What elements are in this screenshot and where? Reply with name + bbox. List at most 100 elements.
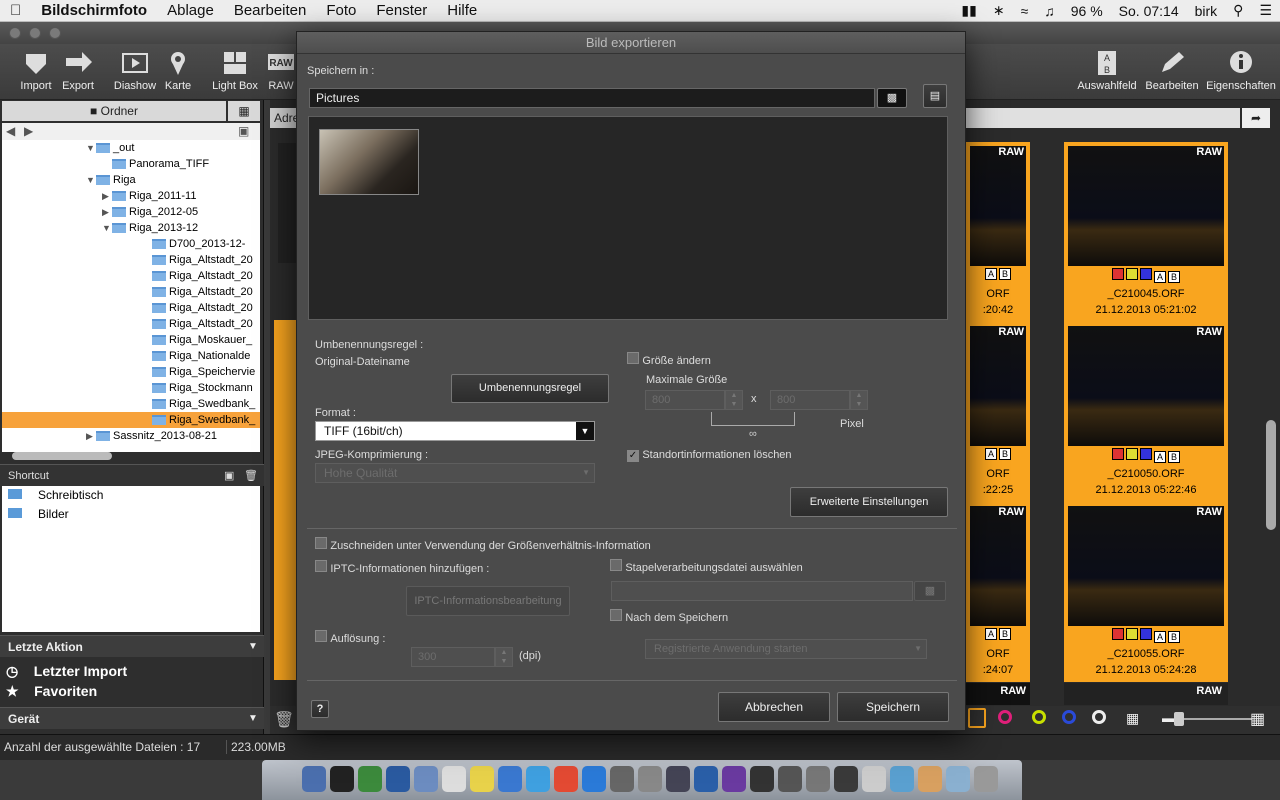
wifi-icon[interactable]: ≈: [1013, 3, 1037, 19]
forward-icon[interactable]: ▶: [24, 124, 33, 138]
shortcut-item[interactable]: Schreibtisch: [2, 486, 260, 505]
after-save-checkbox[interactable]: [610, 609, 622, 621]
disclosure-open-icon[interactable]: ▼: [86, 172, 96, 188]
dock-app-icon[interactable]: [638, 766, 662, 792]
menu-hilfe[interactable]: Hilfe: [437, 0, 487, 22]
link-icon[interactable]: ∞: [749, 428, 757, 440]
menu-fenster[interactable]: Fenster: [366, 0, 437, 22]
tree-item[interactable]: ▶ Riga_2012-05: [2, 204, 260, 220]
dock-app-icon[interactable]: [834, 766, 858, 792]
disclosure-closed-icon[interactable]: ▶: [102, 188, 112, 204]
tree-item[interactable]: Riga_Altstadt_20: [2, 300, 260, 316]
dock-app-icon[interactable]: [582, 766, 606, 792]
crop-checkbox[interactable]: [315, 537, 327, 549]
selection-panel-button[interactable]: AB Auswahlfeld: [1074, 50, 1140, 92]
thumbnail-partial[interactable]: [274, 320, 296, 500]
slider-thumb[interactable]: [1174, 712, 1184, 726]
dock-app-icon[interactable]: [694, 766, 718, 792]
disclosure-open-icon[interactable]: ▼: [86, 140, 96, 156]
tree-item[interactable]: Riga_Moskauer_: [2, 332, 260, 348]
tree-item[interactable]: Riga_Swedbank_: [2, 396, 260, 412]
trash-icon[interactable]: 🗑: [244, 469, 258, 482]
save-button[interactable]: Speichern: [837, 692, 949, 722]
grid-scrollbar[interactable]: [1266, 420, 1276, 530]
dock-app-icon[interactable]: [442, 766, 466, 792]
last-import-item[interactable]: ◷ Letzter Import: [6, 663, 127, 680]
disclosure-closed-icon[interactable]: ▶: [102, 204, 112, 220]
battery-icon[interactable]: ▮▮: [953, 2, 984, 19]
menu-ablage[interactable]: Ablage: [157, 0, 224, 22]
grid-view-icon[interactable]: ▦: [228, 101, 260, 121]
tree-item[interactable]: ▼ Riga_2013-12: [2, 220, 260, 236]
thumbnail[interactable]: RAW A B ORF:24:07: [966, 502, 1030, 682]
dock-app-icon[interactable]: [302, 766, 326, 792]
apple-icon[interactable]: : [0, 0, 31, 22]
dock-app-icon[interactable]: [946, 766, 970, 792]
tree-item[interactable]: ▶ Riga_2011-11: [2, 188, 260, 204]
dock-app-icon[interactable]: [806, 766, 830, 792]
thumbnail[interactable]: RAW A B _C210045.ORF 21.12.2013 05:21:02: [1064, 142, 1228, 322]
folder-tab[interactable]: ■ Ordner: [2, 101, 226, 121]
tree-item[interactable]: Riga_Stockmann: [2, 380, 260, 396]
rename-rule-button[interactable]: Umbenennungsregel: [451, 374, 609, 403]
zoom-yellow-icon[interactable]: [1032, 710, 1046, 724]
dock-app-icon[interactable]: [890, 766, 914, 792]
thumbnail[interactable]: RAW A B ORF:22:25: [966, 322, 1030, 502]
after-save-row[interactable]: Nach dem Speichern: [610, 609, 728, 624]
disclosure-open-icon[interactable]: ▼: [102, 220, 112, 236]
dock-app-icon[interactable]: [358, 766, 382, 792]
batch-file-field[interactable]: [611, 581, 913, 601]
remove-location-row[interactable]: ✓ Standortinformationen löschen: [627, 447, 792, 462]
tree-item[interactable]: ▼ _out: [2, 140, 260, 156]
browse-folder-button[interactable]: ▩: [877, 88, 907, 108]
tree-item[interactable]: Riga_Altstadt_20: [2, 252, 260, 268]
tree-item[interactable]: ▶ Sassnitz_2013-08-21: [2, 428, 260, 444]
tree-item[interactable]: ▼ Riga: [2, 172, 260, 188]
zoom-fit-icon[interactable]: [968, 708, 986, 728]
tree-item[interactable]: Riga_Swedbank_: [2, 412, 260, 428]
large-thumb-icon[interactable]: ▦: [1250, 709, 1265, 729]
open-folder-button[interactable]: ▤: [923, 84, 947, 108]
tree-item[interactable]: Panorama_TIFF: [2, 156, 260, 172]
dock-app-icon[interactable]: [470, 766, 494, 792]
grid-size-icon[interactable]: ▦: [1126, 710, 1139, 727]
batch-checkbox[interactable]: [610, 559, 622, 571]
user-name[interactable]: birk: [1187, 3, 1226, 19]
menu-foto[interactable]: Foto: [316, 0, 366, 22]
dock-app-icon[interactable]: [750, 766, 774, 792]
thumbnail[interactable]: RAW A B _C210055.ORF 21.12.2013 05:24:28: [1064, 502, 1228, 682]
crop-row[interactable]: Zuschneiden unter Verwendung der Größenv…: [315, 537, 651, 552]
iptc-checkbox[interactable]: [315, 560, 327, 572]
thumbnail-partial[interactable]: RAW: [966, 683, 1030, 705]
dock-app-icon[interactable]: [974, 766, 998, 792]
add-shortcut-icon[interactable]: ▣: [224, 469, 234, 482]
resolution-row[interactable]: Auflösung :: [315, 630, 385, 645]
properties-button[interactable]: Eigenschaften: [1206, 50, 1276, 92]
dock-app-icon[interactable]: [666, 766, 690, 792]
help-button[interactable]: ?: [311, 700, 329, 718]
favorites-item[interactable]: ★ Favoriten: [6, 683, 97, 700]
tree-scrollbar[interactable]: [12, 452, 112, 460]
resize-checkbox-row[interactable]: Größe ändern: [627, 352, 711, 367]
zoom-magenta-icon[interactable]: [998, 710, 1012, 724]
close-window-button[interactable]: [9, 27, 21, 39]
dock-app-icon[interactable]: [526, 766, 550, 792]
resize-checkbox[interactable]: [627, 352, 639, 364]
dock-app-icon[interactable]: [330, 766, 354, 792]
trash-icon[interactable]: 🗑: [274, 710, 294, 730]
dock-app-icon[interactable]: [918, 766, 942, 792]
volume-icon[interactable]: ♫: [1036, 3, 1063, 19]
clock[interactable]: So. 07:14: [1111, 3, 1187, 19]
save-in-path-field[interactable]: Pictures: [309, 88, 875, 108]
device-header[interactable]: Gerät ▼: [0, 707, 264, 729]
back-icon[interactable]: ◀: [6, 124, 15, 138]
go-arrow-icon[interactable]: ➦: [1242, 108, 1270, 128]
height-stepper[interactable]: ▲ ▼: [850, 390, 868, 410]
collapse-icon[interactable]: ▼: [248, 636, 258, 658]
address-field[interactable]: [966, 108, 1240, 128]
iptc-edit-button[interactable]: IPTC-Informationsbearbeitung: [406, 586, 570, 616]
dock-app-icon[interactable]: [498, 766, 522, 792]
map-button[interactable]: Karte: [150, 50, 206, 92]
dock-app-icon[interactable]: [414, 766, 438, 792]
new-folder-icon[interactable]: ▣: [238, 124, 249, 138]
